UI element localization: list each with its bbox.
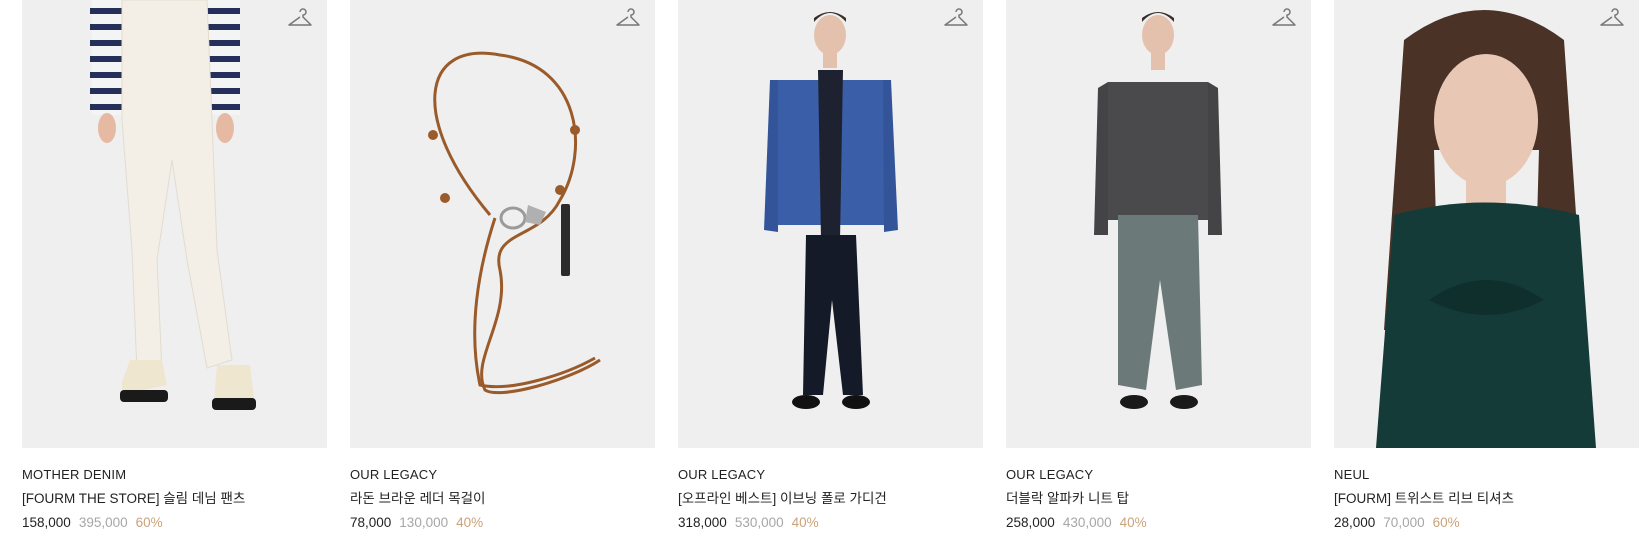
product-info: OUR LEGACY [오프라인 베스트] 이브닝 폴로 가디건 318,000…	[678, 448, 983, 532]
blue-cardigan-model-image	[678, 0, 983, 448]
product-title[interactable]: [FOURM THE STORE] 슬림 데님 팬츠	[22, 490, 327, 508]
product-card[interactable]: NEUL [FOURM] 트위스트 리브 티셔츠 28,000 70,000 60%	[1334, 0, 1639, 532]
sale-price: 158,000	[22, 515, 71, 530]
product-image[interactable]	[1334, 0, 1639, 448]
product-grid: MOTHER DENIM [FOURM THE STORE] 슬림 데님 팬츠 …	[0, 0, 1644, 547]
product-prices: 28,000 70,000 60%	[1334, 514, 1639, 532]
hanger-icon[interactable]	[287, 6, 313, 30]
hanger-icon[interactable]	[615, 6, 641, 30]
product-prices: 318,000 530,000 40%	[678, 514, 983, 532]
product-info: MOTHER DENIM [FOURM THE STORE] 슬림 데님 팬츠 …	[22, 448, 327, 532]
product-title[interactable]: 라돈 브라운 레더 목걸이	[350, 490, 655, 508]
original-price: 70,000	[1383, 515, 1425, 530]
product-info: NEUL [FOURM] 트위스트 리브 티셔츠 28,000 70,000 60%	[1334, 448, 1639, 532]
product-brand[interactable]: OUR LEGACY	[678, 466, 983, 483]
product-card[interactable]: OUR LEGACY [오프라인 베스트] 이브닝 폴로 가디건 318,000…	[678, 0, 983, 532]
original-price: 130,000	[399, 515, 449, 530]
hanger-icon[interactable]	[1271, 6, 1297, 30]
product-info: OUR LEGACY 더블락 알파카 니트 탑 258,000 430,000 40…	[1006, 448, 1311, 532]
discount-rate: 40%	[791, 515, 819, 530]
white-flare-jeans-image	[22, 0, 327, 448]
product-brand[interactable]: OUR LEGACY	[350, 466, 655, 483]
sale-price: 28,000	[1334, 515, 1376, 530]
product-prices: 258,000 430,000 40%	[1006, 514, 1311, 532]
sale-price: 258,000	[1006, 515, 1055, 530]
hanger-icon[interactable]	[943, 6, 969, 30]
discount-rate: 60%	[1432, 515, 1460, 530]
product-prices: 158,000 395,000 60%	[22, 514, 327, 532]
grey-knit-model-image	[1006, 0, 1311, 448]
product-title[interactable]: [오프라인 베스트] 이브닝 폴로 가디건	[678, 490, 983, 508]
original-price: 530,000	[734, 515, 784, 530]
product-title[interactable]: [FOURM] 트위스트 리브 티셔츠	[1334, 490, 1639, 508]
product-card[interactable]: OUR LEGACY 라돈 브라운 레더 목걸이 78,000 130,000 40…	[350, 0, 655, 532]
discount-rate: 40%	[1119, 515, 1147, 530]
original-price: 395,000	[78, 515, 128, 530]
product-info: OUR LEGACY 라돈 브라운 레더 목걸이 78,000 130,000 40…	[350, 448, 655, 532]
product-brand[interactable]: NEUL	[1334, 466, 1639, 483]
brown-leather-necklace-image	[350, 0, 655, 448]
discount-rate: 40%	[456, 515, 484, 530]
original-price: 430,000	[1062, 515, 1112, 530]
product-title[interactable]: 더블락 알파카 니트 탑	[1006, 490, 1311, 508]
product-card[interactable]: OUR LEGACY 더블락 알파카 니트 탑 258,000 430,000 40…	[1006, 0, 1311, 532]
sale-price: 78,000	[350, 515, 392, 530]
product-image[interactable]	[678, 0, 983, 448]
product-image[interactable]	[350, 0, 655, 448]
sale-price: 318,000	[678, 515, 727, 530]
discount-rate: 60%	[135, 515, 163, 530]
product-prices: 78,000 130,000 40%	[350, 514, 655, 532]
green-rib-tshirt-model-image	[1334, 0, 1639, 448]
product-card[interactable]: MOTHER DENIM [FOURM THE STORE] 슬림 데님 팬츠 …	[22, 0, 327, 532]
product-brand[interactable]: MOTHER DENIM	[22, 466, 327, 483]
hanger-icon[interactable]	[1599, 6, 1625, 30]
product-brand[interactable]: OUR LEGACY	[1006, 466, 1311, 483]
product-image[interactable]	[1006, 0, 1311, 448]
product-image[interactable]	[22, 0, 327, 448]
